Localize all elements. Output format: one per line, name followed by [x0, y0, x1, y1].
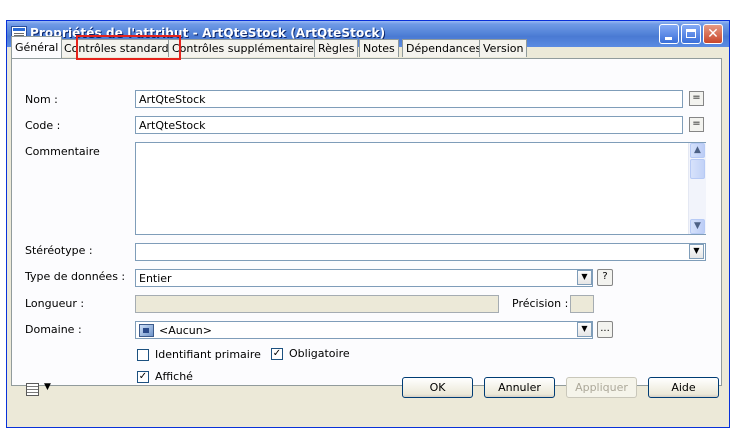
stereotype-label: Stéréotype :	[25, 244, 93, 257]
chevron-down-icon[interactable]: ▼	[577, 270, 592, 285]
minimize-icon	[665, 37, 672, 40]
name-field[interactable]: ArtQteStock	[135, 90, 683, 108]
name-label: Nom :	[25, 93, 58, 106]
primary-identifier-checkbox[interactable]	[137, 349, 149, 361]
mandatory-checkbox[interactable]: ✓	[271, 348, 283, 360]
code-field[interactable]: ArtQteStock	[135, 116, 683, 134]
close-button[interactable]: ✕	[703, 24, 723, 44]
scroll-down-icon[interactable]: ▼	[690, 219, 705, 234]
scroll-up-icon[interactable]: ▲	[690, 143, 705, 158]
maximize-icon	[686, 29, 696, 38]
code-label: Code :	[25, 119, 61, 132]
domain-combobox[interactable]: <Aucun>	[135, 321, 593, 339]
tab-dependencies[interactable]: Dépendances	[402, 39, 486, 57]
chevron-down-icon[interactable]: ▼	[689, 244, 704, 259]
precision-field	[570, 295, 594, 313]
stereotype-combobox[interactable]	[135, 243, 706, 261]
name-sync-button[interactable]: =	[689, 91, 704, 106]
help-button[interactable]: Aide	[648, 377, 719, 398]
datatype-label: Type de données :	[25, 270, 126, 283]
tab-standard-controls[interactable]: Contrôles standard	[60, 39, 173, 57]
tab-rules[interactable]: Règles	[314, 39, 359, 57]
comment-scrollbar[interactable]: ▲ ▼	[688, 143, 706, 234]
domain-icon	[139, 324, 154, 337]
tab-notes[interactable]: Notes	[359, 39, 399, 57]
tab-version[interactable]: Version	[479, 39, 528, 57]
domain-label: Domaine :	[25, 323, 82, 336]
ok-button[interactable]: OK	[402, 377, 473, 398]
cancel-button[interactable]: Annuler	[484, 377, 555, 398]
maximize-button[interactable]	[681, 24, 701, 44]
apply-button[interactable]: Appliquer	[566, 377, 637, 398]
scroll-thumb[interactable]	[690, 159, 705, 179]
datatype-combobox[interactable]: Entier	[135, 269, 593, 287]
close-icon: ✕	[707, 26, 719, 42]
minimize-button[interactable]	[659, 24, 679, 44]
displayed-checkbox[interactable]: ✓	[137, 371, 149, 383]
comment-label: Commentaire	[25, 145, 100, 158]
length-label: Longueur :	[25, 297, 85, 310]
mandatory-label: Obligatoire	[289, 347, 350, 360]
datatype-help-button[interactable]: ?	[597, 269, 613, 286]
tab-general[interactable]: Général	[11, 36, 63, 58]
properties-menu-icon[interactable]	[26, 383, 39, 396]
primary-identifier-label: Identifiant primaire	[155, 348, 261, 361]
length-field	[135, 295, 499, 313]
menu-dropdown-icon[interactable]: ▼	[44, 382, 51, 392]
comment-textarea[interactable]	[135, 142, 706, 235]
displayed-label: Affiché	[155, 370, 193, 383]
tab-additional-controls[interactable]: Contrôles supplémentaires	[168, 39, 324, 57]
chevron-down-icon[interactable]: ▼	[577, 322, 592, 337]
code-sync-button[interactable]: =	[689, 117, 704, 132]
precision-label: Précision :	[512, 297, 569, 310]
domain-browse-button[interactable]: ...	[597, 321, 613, 338]
window-title: Propriétés de l'attribut - ArtQteStock (…	[30, 26, 386, 40]
